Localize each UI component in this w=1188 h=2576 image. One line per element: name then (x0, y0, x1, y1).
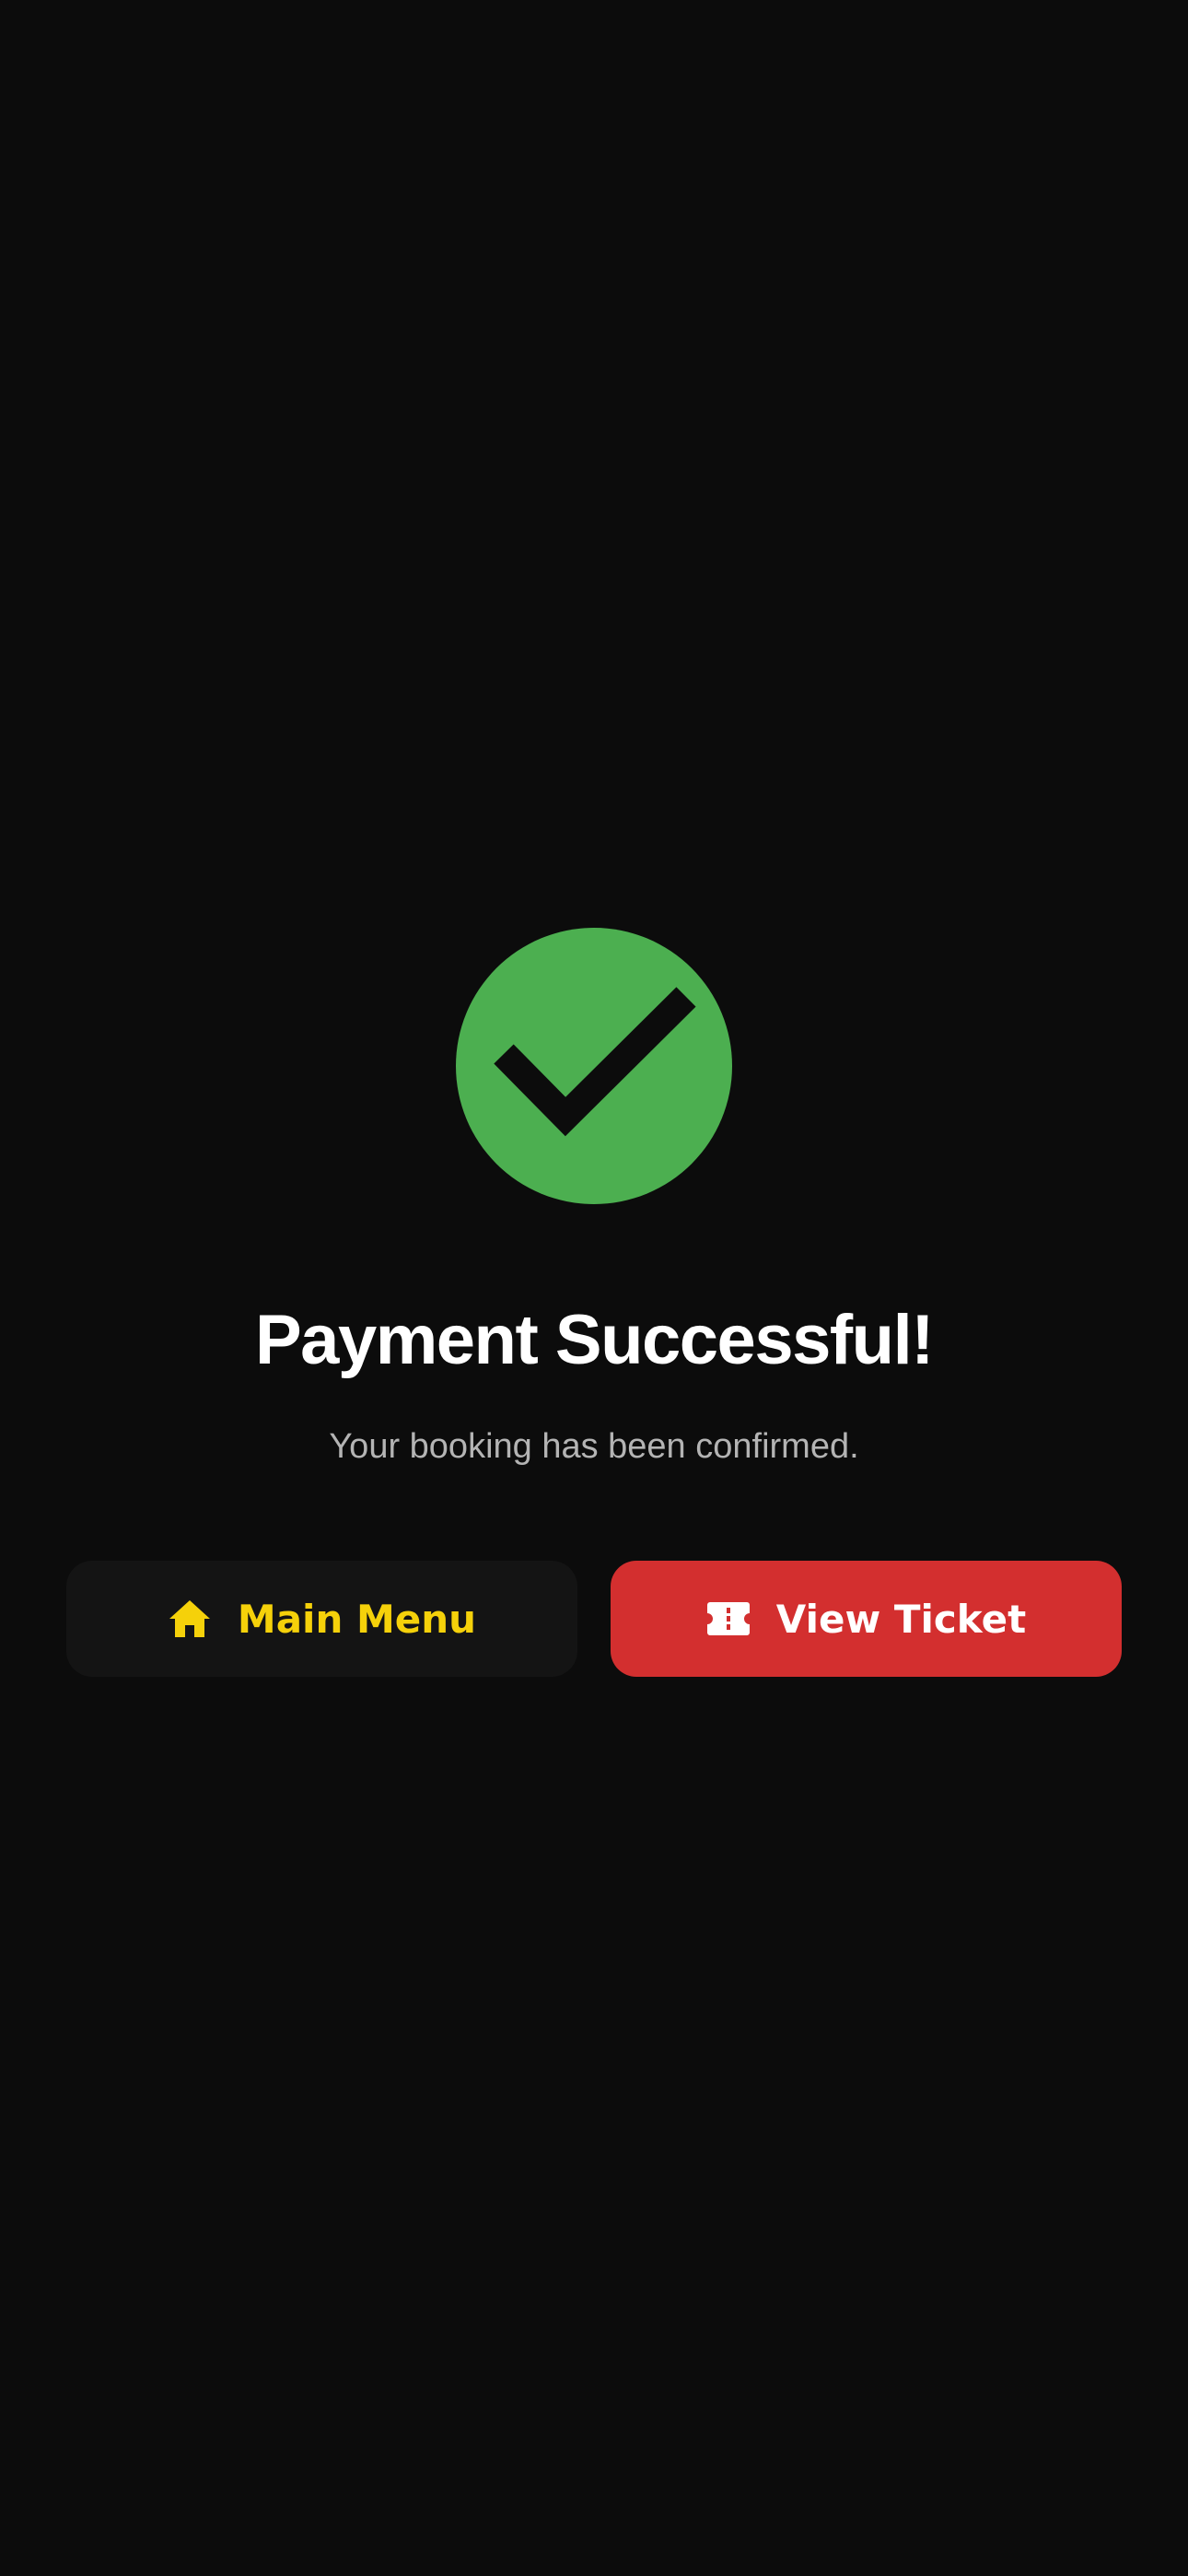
view-ticket-button[interactable]: View Ticket (611, 1561, 1122, 1677)
home-icon (168, 1598, 212, 1639)
main-menu-button[interactable]: Main Menu (66, 1561, 577, 1677)
ticket-icon (706, 1600, 751, 1637)
payment-success-screen: Payment Successful! Your booking has bee… (0, 0, 1188, 2576)
checkmark-icon (494, 987, 696, 1137)
view-ticket-label: View Ticket (775, 1596, 1027, 1642)
main-menu-label: Main Menu (237, 1596, 477, 1642)
page-title: Payment Successful! (254, 1301, 935, 1379)
check-circle-icon (456, 928, 732, 1204)
confirmation-message: Your booking has been confirmed. (329, 1427, 859, 1466)
